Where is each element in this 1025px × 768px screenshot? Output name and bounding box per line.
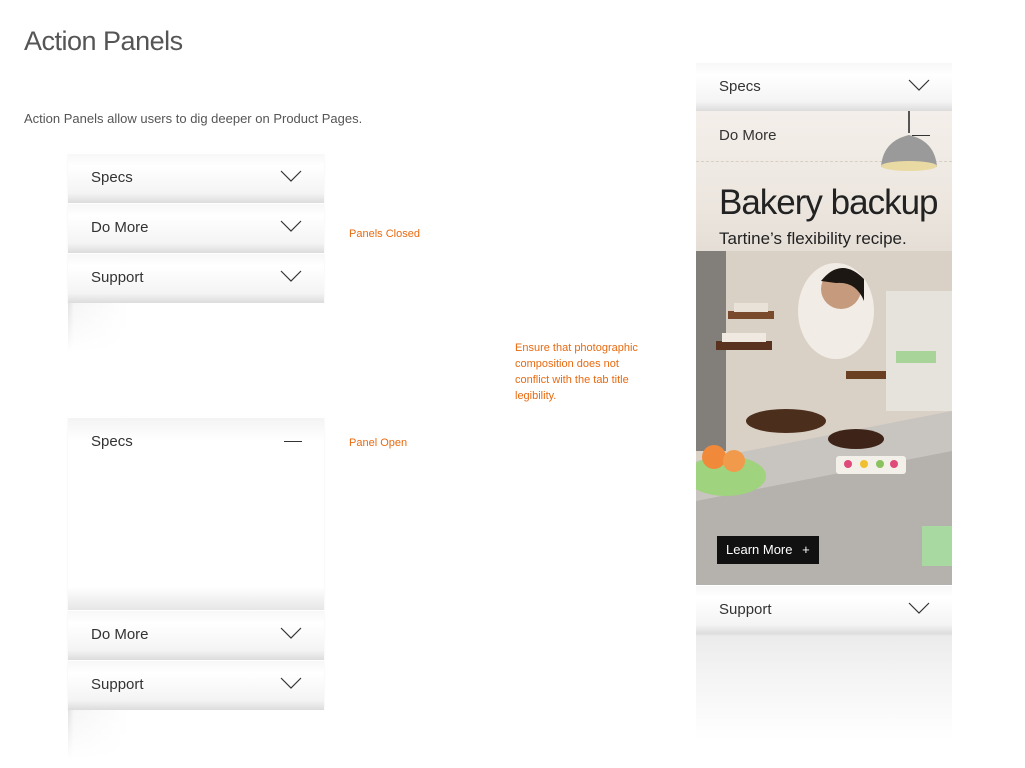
collapse-icon[interactable]: [284, 441, 302, 442]
panel-label: Specs: [91, 169, 133, 186]
panel-support[interactable]: Support: [696, 585, 952, 634]
panel-specs-open[interactable]: Specs: [68, 417, 324, 610]
chevron-down-icon[interactable]: [280, 170, 302, 182]
phone-bottom-area: [696, 634, 952, 738]
collapse-icon[interactable]: [912, 135, 930, 136]
chevron-down-icon[interactable]: [908, 602, 930, 614]
panel-label: Support: [719, 601, 772, 618]
chevron-down-icon[interactable]: [280, 220, 302, 232]
phone-mockup: Specs Do More Bakery backup Tartine’s fl…: [696, 62, 952, 738]
panel-label: Specs: [91, 433, 133, 450]
chevron-down-icon[interactable]: [908, 79, 930, 91]
chevron-down-icon[interactable]: [280, 270, 302, 282]
chevron-down-icon[interactable]: [280, 677, 302, 689]
page-title: Action Panels: [24, 26, 183, 56]
panel-support[interactable]: Support: [68, 253, 324, 303]
panel-label: Do More: [91, 626, 149, 643]
panel-support[interactable]: Support: [68, 660, 324, 710]
panel-do-more[interactable]: Do More: [68, 203, 324, 253]
bakery-photo: [696, 251, 952, 585]
chevron-down-icon[interactable]: [280, 627, 302, 639]
panel-label: Do More: [719, 127, 777, 144]
panel-specs[interactable]: Specs: [696, 62, 952, 111]
plus-icon: +: [802, 542, 810, 557]
do-more-header[interactable]: Do More: [696, 111, 952, 171]
panel-label: Support: [91, 269, 144, 286]
hero-subtitle: Tartine’s flexibility recipe.: [719, 229, 907, 248]
learn-more-button[interactable]: Learn More +: [717, 536, 819, 564]
annotation-panel-open: Panel Open: [349, 437, 408, 449]
panel-stack-shadow: [68, 303, 324, 353]
annotation-line: composition does not: [515, 358, 619, 370]
panel-label: Support: [91, 676, 144, 693]
panel-stack-shadow: [68, 710, 324, 760]
page-subtitle: Action Panels allow users to dig deeper …: [24, 111, 363, 126]
annotation-photo-composition: Ensure that photographic composition doe…: [515, 340, 665, 404]
hero-title: Bakery backup: [719, 183, 939, 222]
annotation-line: conflict with the tab title: [515, 374, 629, 386]
panel-specs[interactable]: Specs: [68, 153, 324, 203]
panel-do-more[interactable]: Do More: [68, 610, 324, 660]
panel-label: Specs: [719, 78, 761, 95]
annotation-line: Ensure that photographic: [515, 342, 638, 354]
annotation-line: legibility.: [515, 390, 557, 402]
do-more-panel-open: Do More Bakery backup Tartine’s flexibil…: [696, 111, 952, 585]
closed-panels-example: Specs Do More Support: [68, 153, 324, 353]
learn-more-label: Learn More: [726, 542, 793, 557]
pendant-lamp-image: [881, 111, 937, 171]
annotation-panels-closed: Panels Closed: [349, 228, 420, 240]
panel-label: Do More: [91, 219, 149, 236]
open-panel-example: Specs Do More Support: [68, 417, 324, 760]
